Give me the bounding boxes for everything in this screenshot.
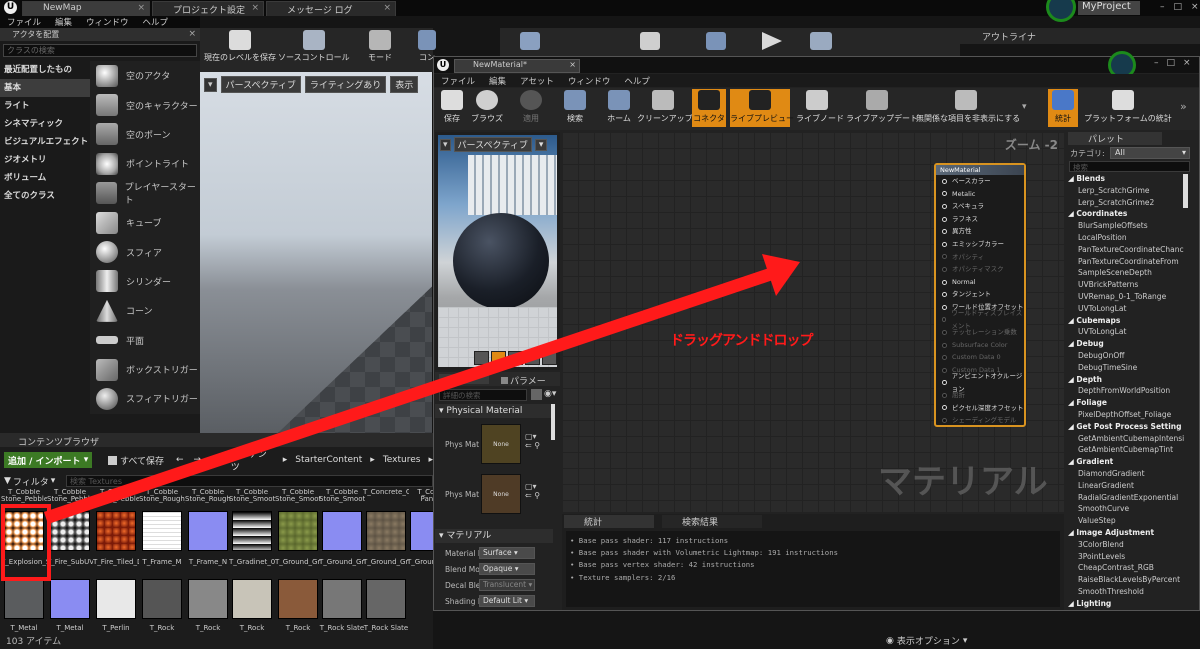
drag-arrow xyxy=(44,254,800,524)
arrow-shaft xyxy=(44,267,776,524)
